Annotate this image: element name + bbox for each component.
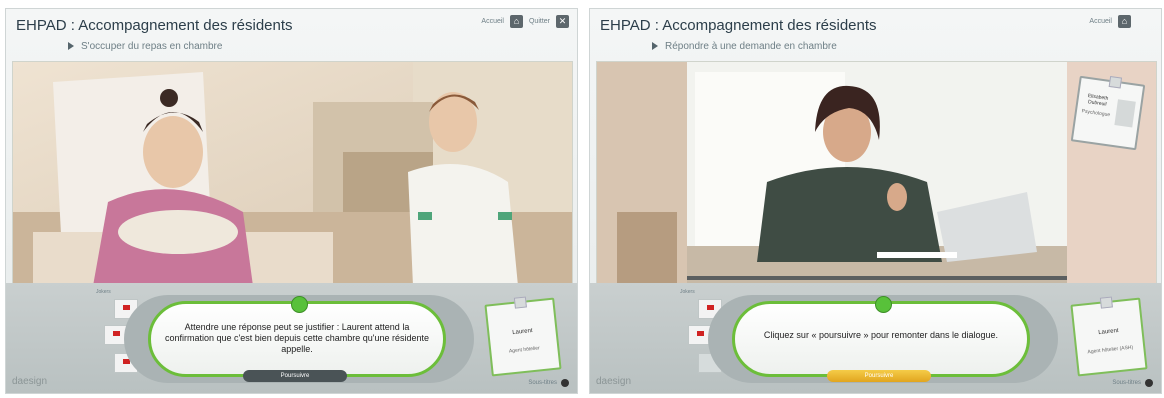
play-triangle-icon xyxy=(68,42,74,51)
scene-subtitle-text: S'occuper du repas en chambre xyxy=(81,41,223,52)
character-badge: Laurent Agent hôtelier xyxy=(484,296,562,377)
smiley-icon xyxy=(875,296,892,313)
panel-1: EHPAD : Accompagnement des résidents S'o… xyxy=(5,8,578,394)
home-icon[interactable]: ⌂ xyxy=(1118,15,1131,28)
expert-badge-role: Psychologue xyxy=(1081,108,1111,119)
joker-card-icon xyxy=(707,305,714,310)
badge-role: Agent hôtelier (ASH) xyxy=(1087,344,1134,356)
play-triangle-icon xyxy=(652,42,658,51)
logo: daesign xyxy=(596,376,632,387)
page-title: EHPAD : Accompagnement des résidents xyxy=(600,17,877,34)
scene-image: Elisabeth Dubreuil Psychologue xyxy=(596,61,1157,285)
psychologist-video xyxy=(597,62,1156,284)
smiley-icon xyxy=(291,296,308,313)
joker-card-icon xyxy=(113,331,120,336)
badge-clip-icon xyxy=(1108,75,1123,89)
dialog-bubble: Attendre une réponse peut se justifier :… xyxy=(148,296,446,382)
joker-card-icon xyxy=(123,305,130,310)
joker-card-icon xyxy=(697,331,704,336)
continue-button[interactable]: Poursuivre xyxy=(243,370,347,382)
badge-name: Laurent xyxy=(1098,327,1119,337)
dialog-bubble: Cliquez sur « poursuivre » pour remonter… xyxy=(732,296,1030,382)
badge-name: Laurent xyxy=(512,327,533,337)
nursing-room-illustration xyxy=(13,62,572,284)
dialog-frame: Cliquez sur « poursuivre » pour remonter… xyxy=(708,295,1058,383)
dialog-area: Jokers Attendre une réponse peut se just… xyxy=(6,283,577,393)
avatar xyxy=(1114,99,1136,128)
dialog-area: Jokers Cliquez sur « poursuivre » pour r… xyxy=(590,283,1161,393)
continue-button[interactable]: Poursuivre xyxy=(827,370,931,382)
dialog-text: Attendre une réponse peut se justifier :… xyxy=(164,322,430,354)
subtitles-label: Sous-titres xyxy=(1112,380,1141,386)
expert-badge-name: Elisabeth Dubreuil xyxy=(1087,93,1109,108)
home-link[interactable]: Accueil xyxy=(481,18,504,25)
top-links: Accueil ⌂ Quitter ✕ xyxy=(481,15,569,28)
badge-role: Agent hôtelier xyxy=(508,345,541,355)
logo: daesign xyxy=(12,376,48,387)
subtitles-toggle[interactable]: Sous-titres xyxy=(528,379,569,387)
quit-link[interactable]: Quitter xyxy=(529,18,550,25)
scene-subtitle-text: Répondre à une demande en chambre xyxy=(665,41,837,52)
toggle-dot-icon[interactable] xyxy=(561,379,569,387)
page-title: EHPAD : Accompagnement des résidents xyxy=(16,17,293,34)
panel-2: EHPAD : Accompagnement des résidents Rép… xyxy=(589,8,1162,394)
subtitles-label: Sous-titres xyxy=(528,380,557,386)
subtitles-toggle[interactable]: Sous-titres xyxy=(1112,379,1153,387)
top-links: Accueil ⌂ xyxy=(1089,15,1131,28)
jokers-label: Jokers xyxy=(680,289,695,295)
character-badge: Laurent Agent hôtelier (ASH) xyxy=(1070,296,1148,377)
scene-subtitle: Répondre à une demande en chambre xyxy=(652,41,837,52)
dialog-frame: Attendre une réponse peut se justifier :… xyxy=(124,295,474,383)
badge-clip-icon xyxy=(1099,296,1113,309)
scene-subtitle: S'occuper du repas en chambre xyxy=(68,41,222,52)
scene-image xyxy=(12,61,573,285)
home-icon[interactable]: ⌂ xyxy=(509,15,523,28)
jokers-label: Jokers xyxy=(96,289,111,295)
toggle-dot-icon[interactable] xyxy=(1145,379,1153,387)
expert-badge: Elisabeth Dubreuil Psychologue xyxy=(1070,75,1146,151)
dialog-text: Cliquez sur « poursuivre » pour remonter… xyxy=(763,330,999,340)
badge-clip-icon xyxy=(513,296,527,309)
close-icon[interactable]: ✕ xyxy=(556,15,569,28)
home-link[interactable]: Accueil xyxy=(1089,18,1112,25)
